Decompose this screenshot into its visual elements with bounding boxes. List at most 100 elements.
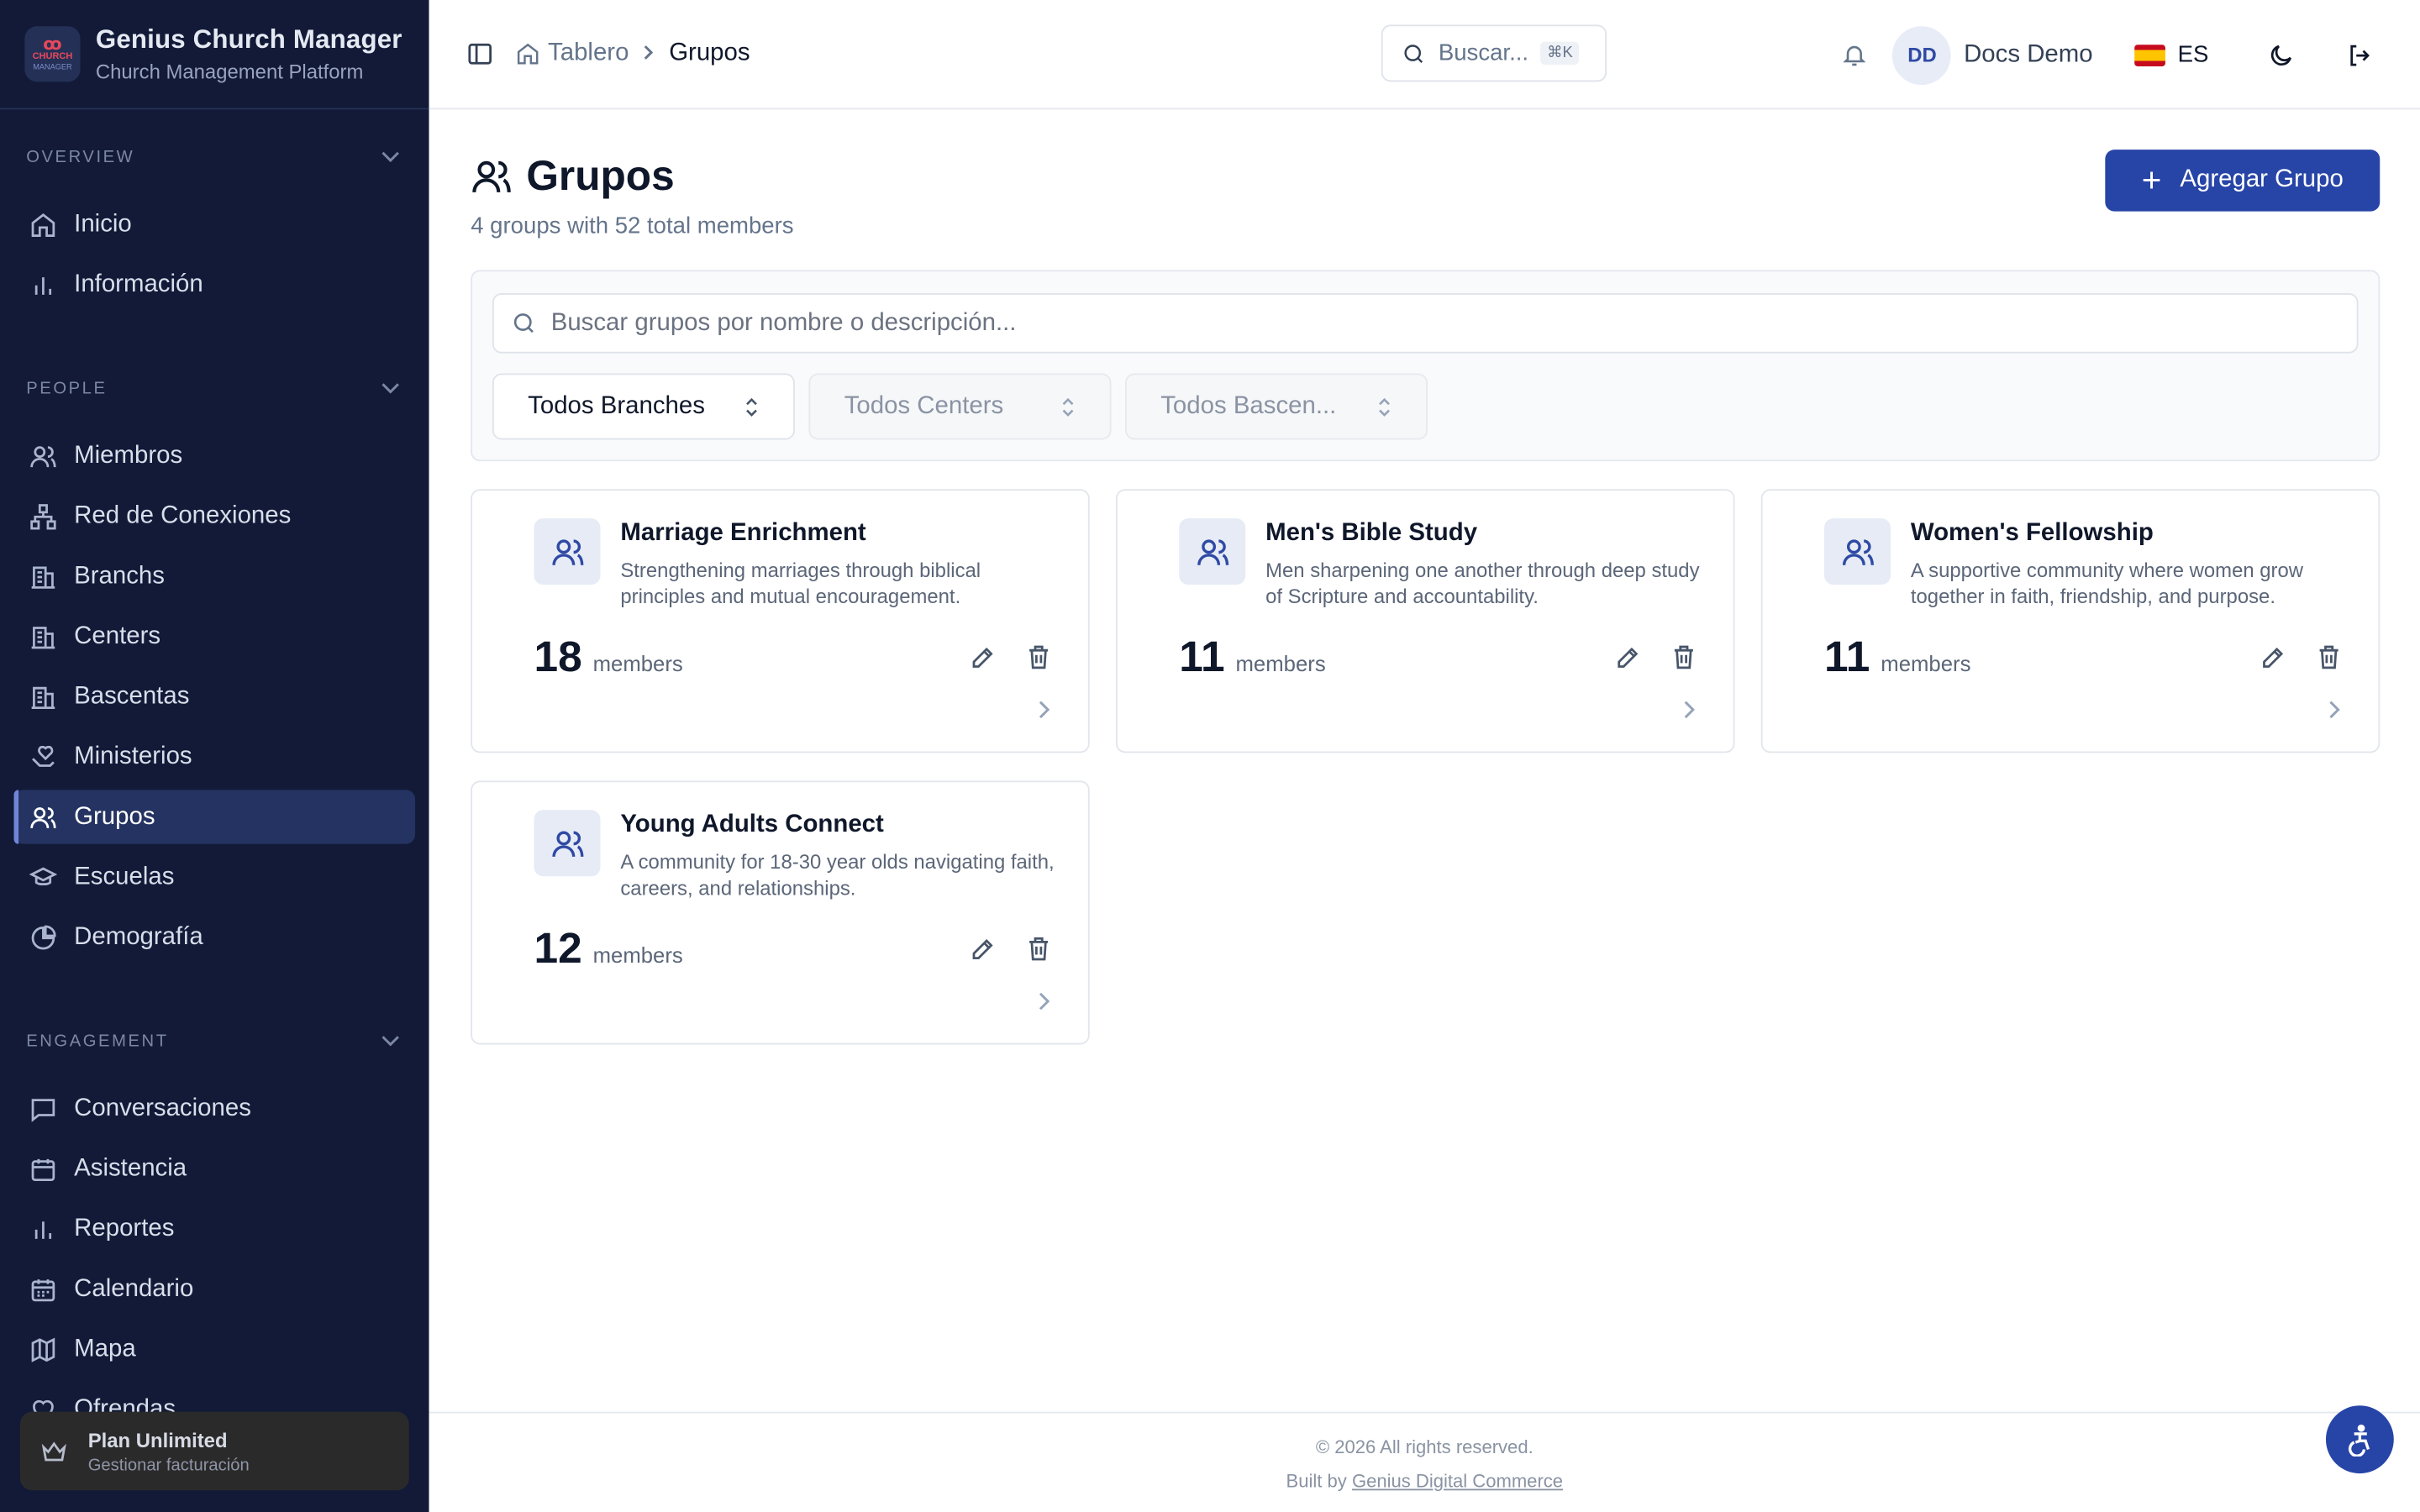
plan-subtitle: Gestionar facturación bbox=[87, 1455, 250, 1475]
section-header-overview[interactable]: OVERVIEW bbox=[14, 142, 416, 173]
group-name: Marriage Enrichment bbox=[620, 519, 866, 547]
moon-icon[interactable] bbox=[2267, 41, 2295, 69]
chevron-right-icon bbox=[641, 42, 656, 66]
calendar-check-icon bbox=[29, 1155, 57, 1183]
chevron-right-icon[interactable] bbox=[1034, 990, 1053, 1012]
group-card[interactable]: Marriage Enrichment Strengthening marria… bbox=[471, 489, 1090, 753]
sidebar-nav: OVERVIEW Inicio Información PEOPLE Miemb… bbox=[0, 109, 429, 1512]
trash-icon[interactable] bbox=[2315, 643, 2343, 671]
sidebar-item-calendario[interactable]: Calendario bbox=[14, 1262, 416, 1315]
edit-icon[interactable] bbox=[969, 643, 997, 671]
sidebar-item-red-de-conexiones[interactable]: Red de Conexiones bbox=[14, 489, 416, 543]
global-search-button[interactable]: Buscar... ⌘K bbox=[1381, 24, 1607, 82]
sidebar-item-reportes[interactable]: Reportes bbox=[14, 1202, 416, 1256]
group-description: A supportive community where women grow … bbox=[1910, 558, 2304, 608]
chevron-down-icon bbox=[381, 146, 400, 168]
user-menu[interactable]: DD Docs Demo bbox=[1892, 25, 2093, 85]
language-switcher[interactable]: ES bbox=[2134, 42, 2208, 68]
group-card[interactable]: Men's Bible Study Men sharpening one ano… bbox=[1115, 489, 1735, 753]
avatar: DD bbox=[1892, 25, 1952, 85]
sidebar: ꝏ CHURCH MANAGER Genius Church Manager C… bbox=[0, 0, 429, 1512]
sidebar-item-miembros[interactable]: Miembros bbox=[14, 429, 416, 483]
trash-icon[interactable] bbox=[1670, 643, 1697, 671]
group-name: Women's Fellowship bbox=[1910, 519, 2154, 547]
sidebar-toggle-icon[interactable] bbox=[466, 40, 494, 68]
chevron-up-down-icon bbox=[1060, 396, 1076, 417]
page-subtitle: 4 groups with 52 total members bbox=[471, 213, 794, 239]
crown-icon bbox=[39, 1436, 70, 1467]
built-by-link[interactable]: Genius Digital Commerce bbox=[1352, 1470, 1563, 1492]
plus-icon: + bbox=[2141, 160, 2162, 199]
breadcrumb-link-tablero[interactable]: Tablero bbox=[548, 40, 629, 68]
group-name: Men's Bible Study bbox=[1265, 519, 1478, 547]
sidebar-item-asistencia[interactable]: Asistencia bbox=[14, 1142, 416, 1195]
building-icon bbox=[29, 622, 57, 650]
sidebar-item-centers[interactable]: Centers bbox=[14, 610, 416, 664]
hand-heart-icon bbox=[29, 743, 57, 770]
pie-chart-icon bbox=[29, 923, 57, 951]
bar-chart-icon bbox=[29, 1215, 57, 1242]
breadcrumb: Tablero Grupos bbox=[515, 40, 750, 68]
global-search-placeholder: Buscar... bbox=[1438, 39, 1529, 66]
section-header-people[interactable]: PEOPLE bbox=[14, 373, 416, 404]
center-filter-select[interactable]: Todos Centers bbox=[808, 373, 1112, 440]
group-card[interactable]: Women's Fellowship A supportive communit… bbox=[1760, 489, 2381, 753]
chevron-down-icon bbox=[381, 378, 400, 400]
member-count: 18 members bbox=[534, 633, 683, 681]
group-description: Men sharpening one another through deep … bbox=[1265, 558, 1700, 608]
footer: © 2026 All rights reserved. Built by Gen… bbox=[429, 1411, 2420, 1512]
page-header: Grupos + Agregar Grupo bbox=[471, 109, 2381, 271]
sidebar-item-ministerios[interactable]: Ministerios bbox=[14, 730, 416, 784]
users-icon bbox=[1824, 518, 1891, 585]
search-icon bbox=[511, 310, 537, 336]
search-icon bbox=[1402, 41, 1426, 66]
bascenta-filter-select[interactable]: Todos Bascen... bbox=[1124, 373, 1428, 440]
chevron-right-icon[interactable] bbox=[2324, 699, 2343, 721]
sidebar-item-grupos[interactable]: Grupos bbox=[13, 790, 416, 844]
building-icon bbox=[29, 562, 57, 590]
sidebar-item-demografia[interactable]: Demografía bbox=[14, 911, 416, 964]
group-description: Strengthening marriages through biblical… bbox=[620, 558, 981, 608]
user-name: Docs Demo bbox=[1964, 40, 2093, 67]
users-icon bbox=[534, 810, 601, 877]
trash-icon[interactable] bbox=[1025, 643, 1053, 671]
edit-icon[interactable] bbox=[2260, 643, 2287, 671]
shortcut-badge: ⌘K bbox=[1540, 41, 1580, 66]
member-count: 12 members bbox=[534, 924, 683, 973]
app-subtitle: Church Management Platform bbox=[95, 60, 364, 84]
group-name: Young Adults Connect bbox=[620, 811, 884, 838]
sidebar-item-conversaciones[interactable]: Conversaciones bbox=[14, 1082, 416, 1136]
sidebar-item-mapa[interactable]: Mapa bbox=[14, 1322, 416, 1376]
users-icon bbox=[534, 518, 601, 585]
graduation-cap-icon bbox=[29, 864, 57, 891]
edit-icon[interactable] bbox=[969, 935, 997, 963]
add-group-button[interactable]: + Agregar Grupo bbox=[2105, 150, 2381, 212]
sidebar-item-inicio[interactable]: Inicio bbox=[14, 197, 416, 251]
sidebar-item-escuelas[interactable]: Escuelas bbox=[14, 850, 416, 904]
plan-billing-card[interactable]: Plan Unlimited Gestionar facturación bbox=[19, 1411, 409, 1491]
accessibility-button[interactable] bbox=[2325, 1405, 2394, 1474]
built-by-text: Built by Genius Digital Commerce bbox=[1286, 1470, 1564, 1493]
chevron-right-icon[interactable] bbox=[1679, 699, 1697, 721]
member-count: 11 members bbox=[1179, 633, 1326, 681]
brand-header[interactable]: ꝏ CHURCH MANAGER Genius Church Manager C… bbox=[0, 0, 429, 110]
sidebar-item-bascentas[interactable]: Bascentas bbox=[14, 669, 416, 723]
group-card[interactable]: Young Adults Connect A community for 18-… bbox=[471, 780, 1090, 1045]
chevron-right-icon[interactable] bbox=[1034, 699, 1053, 721]
home-icon[interactable] bbox=[515, 42, 539, 66]
sidebar-item-branchs[interactable]: Branchs bbox=[14, 549, 416, 603]
group-search-placeholder: Buscar grupos por nombre o descripción..… bbox=[550, 309, 1017, 336]
users-icon bbox=[29, 442, 57, 470]
branch-filter-select[interactable]: Todos Branches bbox=[492, 373, 795, 440]
bar-chart-icon bbox=[29, 270, 57, 298]
section-header-engagement[interactable]: ENGAGEMENT bbox=[14, 1026, 416, 1057]
group-search-input[interactable]: Buscar grupos por nombre o descripción..… bbox=[492, 292, 2359, 354]
trash-icon[interactable] bbox=[1025, 935, 1053, 963]
bell-icon[interactable] bbox=[1842, 42, 1868, 68]
users-icon bbox=[471, 155, 513, 198]
edit-icon[interactable] bbox=[1614, 643, 1642, 671]
calendar-icon bbox=[29, 1275, 57, 1303]
logout-icon[interactable] bbox=[2346, 41, 2374, 69]
users-icon bbox=[1179, 518, 1246, 585]
sidebar-item-informacion[interactable]: Información bbox=[14, 258, 416, 312]
